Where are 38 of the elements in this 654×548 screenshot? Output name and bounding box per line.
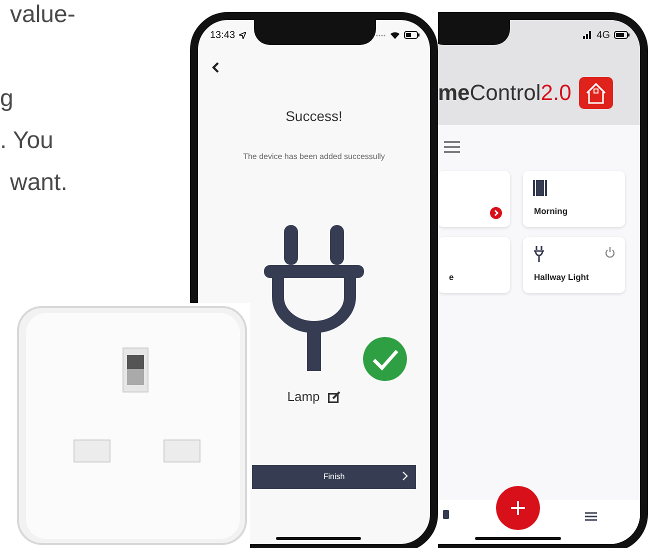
tile-label: Hallway Light bbox=[534, 271, 589, 284]
network-label: 4G bbox=[596, 28, 610, 42]
house-logo-icon bbox=[579, 76, 614, 108]
back-icon[interactable] bbox=[212, 62, 219, 74]
edit-icon[interactable] bbox=[328, 390, 341, 403]
power-icon[interactable] bbox=[605, 247, 615, 258]
tile-label: Morning bbox=[534, 205, 568, 218]
device-tile[interactable]: e bbox=[438, 237, 510, 293]
signal-icon bbox=[376, 34, 386, 36]
battery-icon bbox=[404, 31, 420, 39]
device-tile[interactable] bbox=[438, 171, 510, 227]
status-time: 13:43 bbox=[210, 28, 236, 42]
intro-text: g bbox=[0, 84, 14, 114]
status-message: The device has been added successully bbox=[243, 151, 385, 163]
plug-icon bbox=[533, 246, 545, 262]
tile-label: e bbox=[449, 271, 454, 284]
chevron-badge-icon bbox=[490, 207, 502, 219]
menu-icon[interactable] bbox=[444, 140, 460, 153]
add-button[interactable] bbox=[496, 486, 540, 530]
intro-text: want. bbox=[10, 168, 68, 198]
checkmark-icon bbox=[363, 337, 407, 381]
logo-text: meControl2.0 bbox=[438, 79, 572, 107]
device-tile[interactable]: Morning bbox=[523, 171, 625, 227]
finish-button[interactable]: Finish bbox=[252, 464, 416, 488]
device-tile[interactable]: Hallway Light bbox=[523, 237, 625, 293]
intro-text: value- bbox=[10, 0, 76, 30]
location-arrow-icon bbox=[239, 32, 246, 38]
chevron-right-icon bbox=[402, 470, 408, 480]
screen-title: Success! bbox=[286, 107, 342, 126]
signal-icon bbox=[582, 31, 593, 39]
plug-icon bbox=[264, 225, 364, 371]
door-icon bbox=[533, 180, 547, 196]
wifi-icon bbox=[390, 31, 400, 39]
battery-icon bbox=[614, 31, 630, 39]
plus-icon bbox=[511, 501, 525, 515]
device-name: Lamp bbox=[287, 388, 320, 406]
menu-icon[interactable] bbox=[585, 512, 597, 521]
intro-text: . You bbox=[0, 126, 54, 156]
